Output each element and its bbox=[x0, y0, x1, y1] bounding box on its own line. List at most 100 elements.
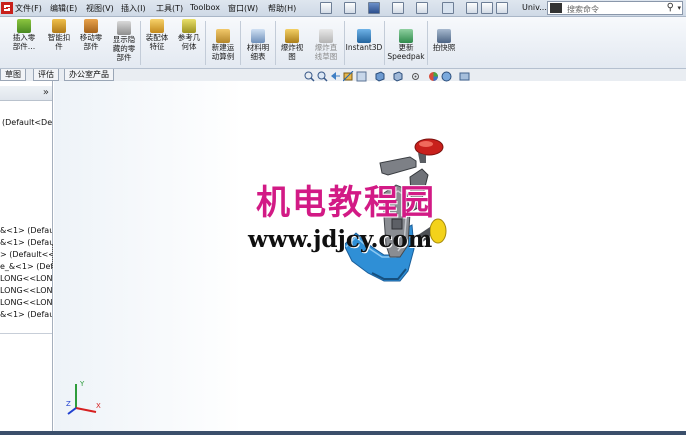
tree-item[interactable]: &<1> (Defaul bbox=[0, 310, 52, 319]
zoom-to-area-icon[interactable] bbox=[317, 71, 328, 82]
menu-file[interactable]: 文件(F) bbox=[15, 3, 42, 14]
apply-scene-icon[interactable] bbox=[441, 71, 452, 82]
menu-edit[interactable]: 编辑(E) bbox=[50, 3, 77, 14]
smart-fasteners-button[interactable]: 智能扣 件 bbox=[42, 19, 76, 51]
heads-up-view-toolbar bbox=[304, 70, 564, 85]
move-component-button[interactable]: 移动零 部件 bbox=[74, 19, 108, 51]
select-icon[interactable] bbox=[442, 2, 454, 14]
hide-show-items-icon[interactable] bbox=[410, 71, 421, 81]
tree-item[interactable]: &<1> (Defau bbox=[0, 238, 52, 247]
watermark-url-text: www.jdjcy.com bbox=[248, 226, 433, 253]
undo-icon[interactable] bbox=[416, 2, 428, 14]
new-document-icon[interactable] bbox=[320, 2, 332, 14]
menu-tools[interactable]: 工具(T) bbox=[156, 3, 183, 14]
show-hidden-components-button[interactable]: 显示隐 藏的零 部件 bbox=[107, 21, 141, 62]
open-document-icon[interactable] bbox=[344, 2, 356, 14]
update-speedpak-button[interactable]: 更新 Speedpak bbox=[385, 29, 427, 61]
document-tab[interactable]: Univ... bbox=[522, 3, 547, 12]
exploded-view-button[interactable]: 爆炸视 图 bbox=[276, 29, 308, 61]
solidworks-logo bbox=[1, 2, 13, 14]
update-speedpak-label-2: Speedpak bbox=[387, 52, 425, 61]
reference-geometry-icon bbox=[182, 19, 196, 33]
edit-appearance-icon[interactable] bbox=[428, 71, 439, 81]
insert-components-label-1: 插入零 bbox=[12, 33, 36, 42]
show-hidden-icon bbox=[117, 21, 131, 35]
instant3d-label: Instant3D bbox=[345, 43, 383, 52]
update-speedpak-label-1: 更新 bbox=[398, 43, 414, 52]
exploded-view-label-1: 爆炸视 bbox=[280, 43, 304, 52]
graphics-area[interactable]: Y X Z bbox=[54, 70, 686, 431]
tab-office-products[interactable]: 办公室产品 bbox=[64, 69, 114, 81]
search-command-input[interactable]: 搜索命令 ⚲ ▾ bbox=[547, 1, 683, 15]
assembly-features-button[interactable]: 装配体 特征 bbox=[141, 19, 173, 51]
bill-of-materials-icon bbox=[251, 29, 265, 43]
watermark-chinese-text: 机电教程园 bbox=[256, 183, 436, 223]
panel-header: » bbox=[0, 86, 52, 101]
explode-line-sketch-label-2: 线草图 bbox=[314, 52, 338, 61]
panel-divider bbox=[0, 333, 52, 334]
move-component-icon bbox=[84, 19, 98, 33]
save-icon[interactable] bbox=[368, 2, 380, 14]
rebuild-icon[interactable] bbox=[466, 2, 478, 14]
move-component-label-2: 部件 bbox=[83, 42, 99, 51]
menu-help[interactable]: 帮助(H) bbox=[268, 3, 296, 14]
section-view-icon[interactable] bbox=[342, 70, 354, 82]
move-component-label-1: 移动零 bbox=[79, 33, 103, 42]
explode-line-sketch-button[interactable]: 爆炸直 线草图 bbox=[308, 29, 344, 61]
show-hidden-label-1: 显示隐 bbox=[112, 35, 136, 44]
tree-item[interactable]: LONG<<LON bbox=[0, 274, 52, 283]
menu-toolbox[interactable]: Toolbox bbox=[190, 3, 220, 12]
bill-of-materials-label-2: 细表 bbox=[250, 52, 266, 61]
exploded-view-icon bbox=[285, 29, 299, 43]
smart-fasteners-label-2: 件 bbox=[55, 42, 63, 51]
view-orientation-icon[interactable] bbox=[374, 71, 385, 82]
instant3d-icon bbox=[357, 29, 371, 43]
clamp-lever bbox=[379, 156, 417, 176]
tree-item[interactable]: &<1> (Defaul bbox=[0, 226, 52, 235]
collapse-panel-button[interactable]: » bbox=[43, 87, 49, 98]
bill-of-materials-button[interactable]: 材料明 细表 bbox=[241, 29, 275, 61]
instant3d-button[interactable]: Instant3D bbox=[345, 29, 383, 52]
tab-evaluate[interactable]: 评估 bbox=[33, 69, 59, 81]
search-icon[interactable]: ⚲ bbox=[667, 2, 674, 13]
exploded-view-label-2: 图 bbox=[288, 52, 296, 61]
tab-sketch[interactable]: 草图 bbox=[0, 69, 26, 81]
svg-text:Y: Y bbox=[79, 380, 85, 388]
insert-components-button[interactable]: 插入零 部件… bbox=[4, 19, 44, 51]
speedpak-icon bbox=[399, 29, 413, 43]
command-prompt-icon bbox=[550, 3, 562, 13]
search-placeholder: 搜索命令 bbox=[567, 5, 599, 14]
show-hidden-label-2: 藏的零 bbox=[112, 44, 136, 53]
assembly-features-label-2: 特征 bbox=[149, 42, 165, 51]
dynamic-annotation-icon[interactable] bbox=[356, 71, 367, 82]
motion-study-icon bbox=[216, 29, 230, 43]
insert-component-icon bbox=[17, 19, 31, 33]
command-manager: 插入零 部件… 智能扣 件 移动零 部件 显示隐 藏的零 部件 装配体 特征 参… bbox=[0, 17, 686, 69]
menu-view[interactable]: 视图(V) bbox=[86, 3, 114, 14]
display-style-icon[interactable] bbox=[392, 71, 403, 82]
file-properties-icon[interactable] bbox=[481, 2, 493, 14]
reference-geometry-button[interactable]: 参考几 何体 bbox=[173, 19, 205, 51]
new-motion-study-label-2: 动算例 bbox=[211, 52, 235, 61]
svg-text:Z: Z bbox=[66, 400, 71, 408]
previous-view-icon[interactable] bbox=[330, 71, 341, 81]
tree-item[interactable]: LONG<<LON bbox=[0, 298, 52, 307]
menu-window[interactable]: 窗口(W) bbox=[228, 3, 258, 14]
view-settings-icon[interactable] bbox=[459, 71, 470, 81]
new-motion-study-label-1: 新建运 bbox=[211, 43, 235, 52]
tree-item[interactable]: (Default<Def bbox=[2, 118, 52, 127]
svg-text:X: X bbox=[96, 402, 101, 410]
tree-item[interactable]: e_&<1> (Def bbox=[0, 262, 52, 271]
tree-item[interactable]: LONG<<LON bbox=[0, 286, 52, 295]
show-hidden-label-3: 部件 bbox=[116, 53, 132, 62]
tree-item[interactable]: > (Default<< bbox=[0, 250, 52, 259]
take-snapshot-button[interactable]: 拍快照 bbox=[428, 29, 460, 52]
zoom-to-fit-icon[interactable] bbox=[304, 71, 315, 82]
menu-insert[interactable]: 插入(I) bbox=[121, 3, 146, 14]
new-motion-study-button[interactable]: 新建运 动算例 bbox=[206, 29, 240, 61]
assembly-feature-icon bbox=[150, 19, 164, 33]
print-icon[interactable] bbox=[392, 2, 404, 14]
feature-manager-panel: » (Default<Def &<1> (Defaul &<1> (Defau … bbox=[0, 81, 53, 431]
search-dropdown-icon[interactable]: ▾ bbox=[677, 4, 681, 12]
options-icon[interactable] bbox=[496, 2, 508, 14]
